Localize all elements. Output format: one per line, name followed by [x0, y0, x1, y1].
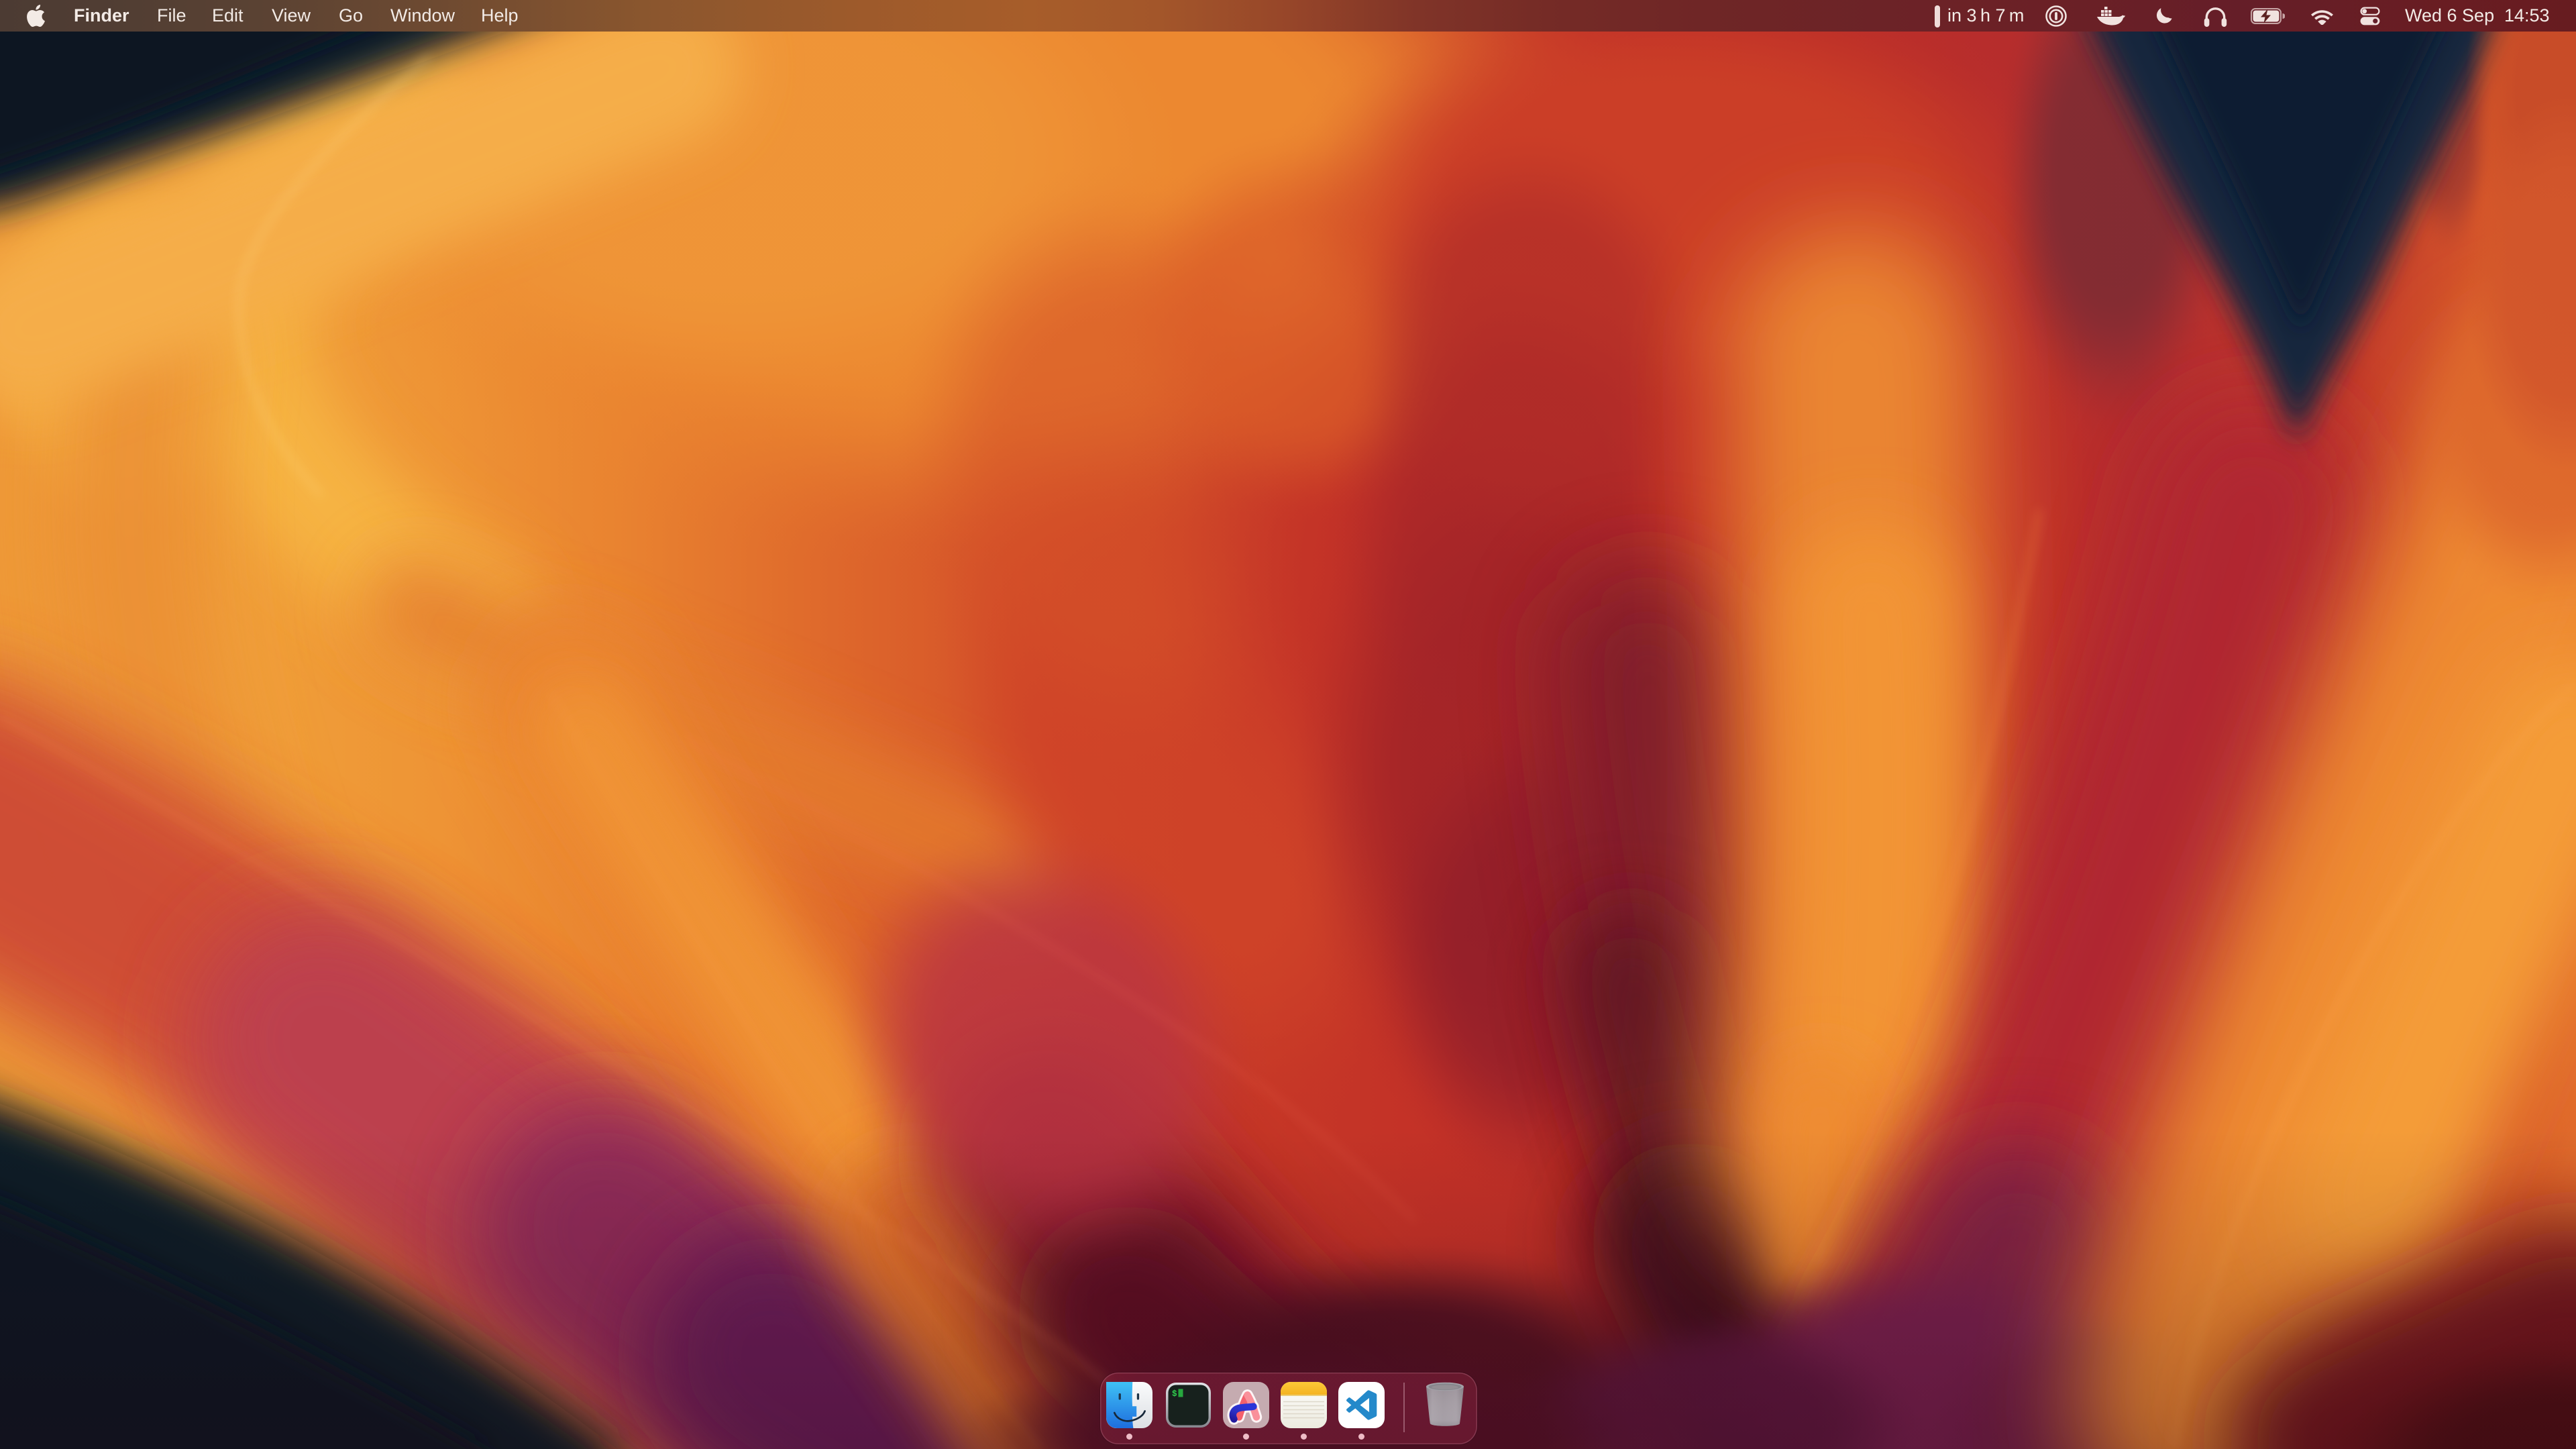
svg-text:$: $ [1172, 1389, 1177, 1399]
